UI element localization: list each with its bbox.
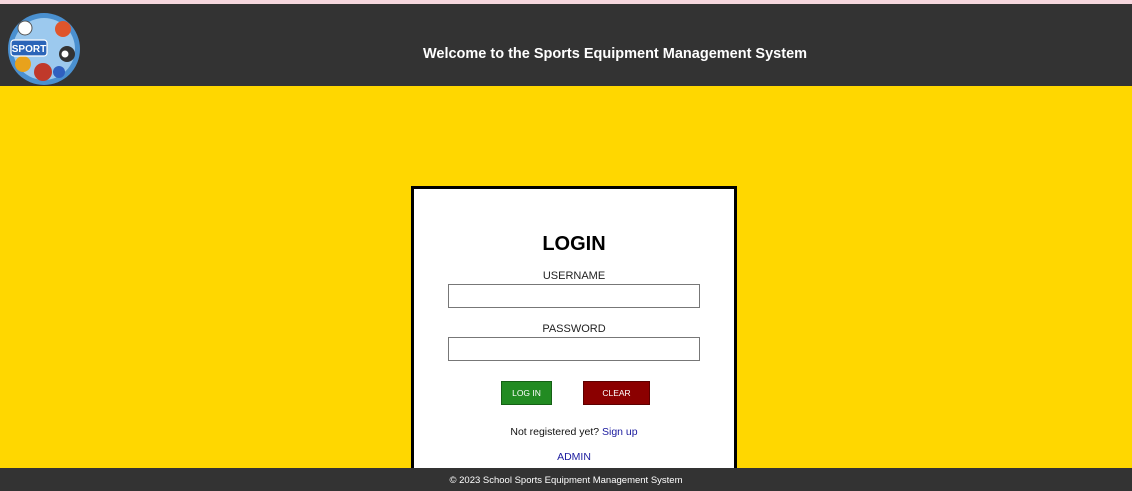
footer-text: © 2023 School Sports Equipment Managemen…	[449, 475, 683, 486]
login-form: LOGIN USERNAME PASSWORD LOG IN CLEAR Not…	[411, 186, 737, 491]
site-header: SPORT Welcome to the Sports Equipment Ma…	[0, 4, 1132, 86]
password-label: PASSWORD	[542, 323, 606, 335]
clear-button[interactable]: CLEAR	[583, 381, 650, 405]
signup-prompt: Not registered yet?	[510, 426, 600, 438]
login-button[interactable]: LOG IN	[501, 381, 552, 405]
page-title: Welcome to the Sports Equipment Manageme…	[422, 46, 808, 62]
login-title: LOGIN	[542, 233, 606, 255]
signup-link[interactable]: Sign up	[602, 426, 638, 438]
admin-link-container: ADMIN	[414, 451, 734, 463]
username-label: USERNAME	[542, 270, 606, 282]
site-footer: © 2023 School Sports Equipment Managemen…	[0, 468, 1132, 491]
password-input[interactable]	[448, 337, 700, 361]
main-area: LOGIN USERNAME PASSWORD LOG IN CLEAR Not…	[0, 86, 1132, 491]
signup-line: Not registered yet? Sign up	[414, 426, 734, 438]
admin-link[interactable]: ADMIN	[557, 451, 591, 463]
username-input[interactable]	[448, 284, 700, 308]
